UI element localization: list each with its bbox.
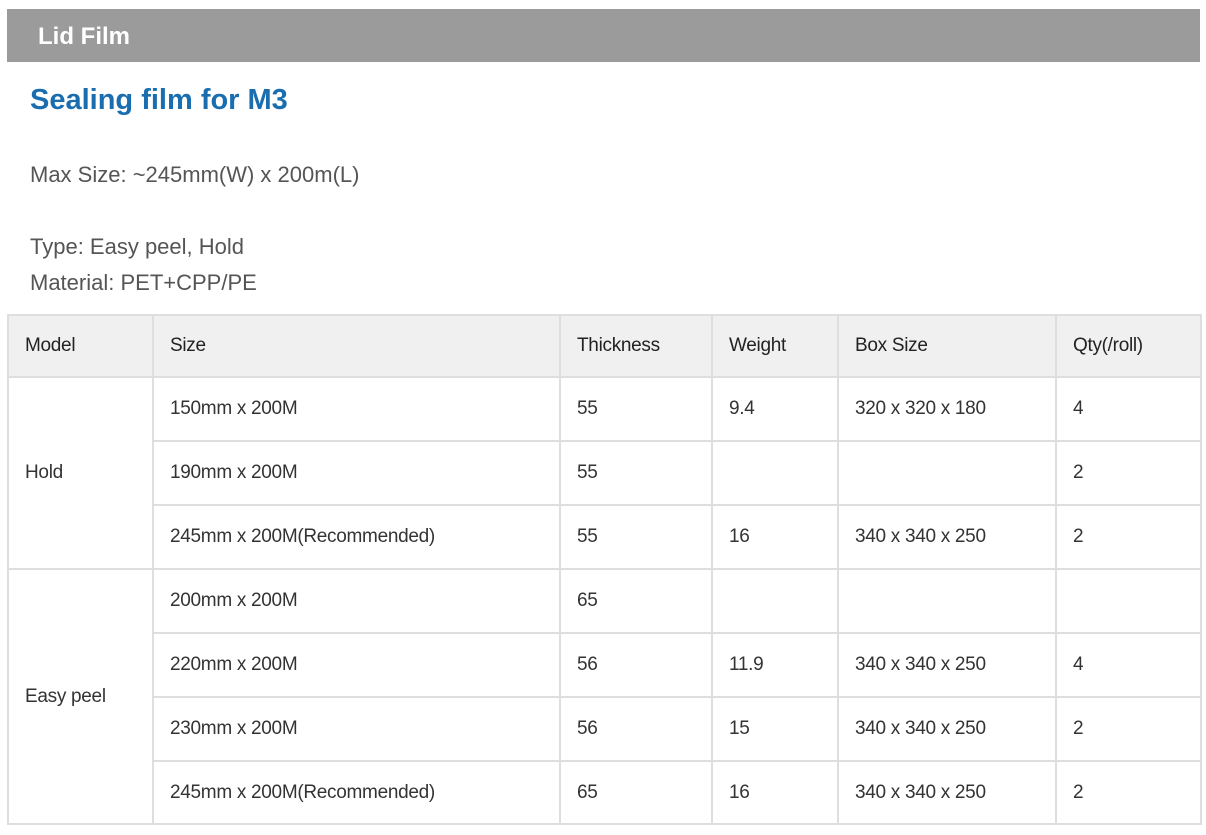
size-cell: 200mm x 200M (152, 568, 561, 634)
table-row: Hold 150mm x 200M 55 9.4 320 x 320 x 180… (7, 376, 1202, 570)
weight-cell (711, 440, 839, 506)
header-weight: Weight (711, 314, 839, 378)
qty-cell: 2 (1055, 440, 1202, 506)
table-row: 230mm x 200M 56 15 340 x 340 x 250 2 (8, 696, 1202, 762)
weight-cell (711, 568, 839, 634)
box-size-cell: 340 x 340 x 250 (837, 760, 1057, 825)
section-title: Lid Film (38, 23, 130, 50)
table-header: Model Size Thickness Weight Box Size Qty… (7, 314, 1202, 378)
size-cell: 245mm x 200M(Recommended) (152, 504, 561, 570)
weight-cell: 11.9 (711, 632, 839, 698)
model-cell-easy-peel: Easy peel (7, 568, 154, 825)
product-title: Sealing film for M3 (30, 84, 288, 116)
size-cell: 220mm x 200M (152, 632, 561, 698)
table-row: 190mm x 200M 55 2 (8, 440, 1202, 506)
size-cell: 230mm x 200M (152, 696, 561, 762)
weight-cell: 9.4 (711, 376, 839, 442)
qty-cell: 4 (1055, 632, 1202, 698)
weight-cell: 16 (711, 760, 839, 825)
table-row: Easy peel 200mm x 200M 65 (7, 568, 1202, 825)
header-box-size: Box Size (837, 314, 1057, 378)
table-row: 220mm x 200M 56 11.9 340 x 340 x 250 4 (8, 632, 1202, 698)
product-spec-table: Model Size Thickness Weight Box Size Qty… (7, 314, 1202, 825)
thickness-cell: 55 (559, 376, 713, 442)
qty-cell: 2 (1055, 504, 1202, 570)
model-cell-hold: Hold (7, 376, 154, 570)
size-cell: 150mm x 200M (152, 376, 561, 442)
spec-material: Material: PET+CPP/PE (30, 270, 257, 295)
qty-cell (1055, 568, 1202, 634)
qty-cell: 2 (1055, 760, 1202, 825)
qty-cell: 2 (1055, 696, 1202, 762)
spec-type: Type: Easy peel, Hold (30, 234, 245, 259)
box-size-cell (837, 568, 1057, 634)
weight-cell: 16 (711, 504, 839, 570)
thickness-cell: 55 (559, 440, 713, 506)
table-body: Hold 150mm x 200M 55 9.4 320 x 320 x 180… (7, 376, 1202, 825)
header-thickness: Thickness (559, 314, 713, 378)
box-size-cell: 340 x 340 x 250 (837, 632, 1057, 698)
weight-cell: 15 (711, 696, 839, 762)
header-size: Size (152, 314, 561, 378)
box-size-cell: 340 x 340 x 250 (837, 696, 1057, 762)
thickness-cell: 56 (559, 632, 713, 698)
thickness-cell: 65 (559, 760, 713, 825)
section-header-bar: Lid Film (7, 9, 1200, 62)
table-header-row: Model Size Thickness Weight Box Size Qty… (7, 314, 1202, 378)
header-model: Model (7, 314, 154, 378)
spec-max-size: Max Size: ~245mm(W) x 200m(L) (30, 162, 360, 187)
box-size-cell (837, 440, 1057, 506)
thickness-cell: 56 (559, 696, 713, 762)
table-row: 245mm x 200M(Recommended) 55 16 340 x 34… (8, 504, 1202, 570)
size-cell: 190mm x 200M (152, 440, 561, 506)
table-row: 245mm x 200M(Recommended) 65 16 340 x 34… (8, 760, 1202, 825)
thickness-cell: 55 (559, 504, 713, 570)
thickness-cell: 65 (559, 568, 713, 634)
box-size-cell: 340 x 340 x 250 (837, 504, 1057, 570)
size-cell: 245mm x 200M(Recommended) (152, 760, 561, 825)
qty-cell: 4 (1055, 376, 1202, 442)
box-size-cell: 320 x 320 x 180 (837, 376, 1057, 442)
header-qty: Qty(/roll) (1055, 314, 1202, 378)
